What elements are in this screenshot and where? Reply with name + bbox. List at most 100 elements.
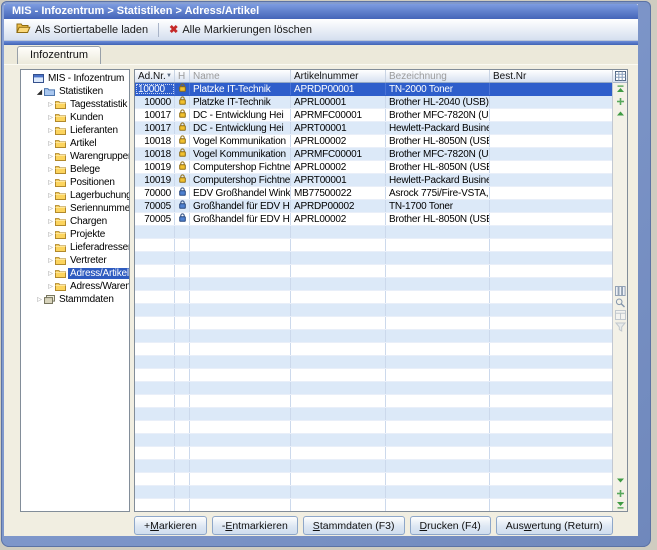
collapsed-expander-icon[interactable]: ▷ (46, 127, 55, 134)
toolbar-button-markierungen-loeschen[interactable]: ✖Alle Markierungen löschen (162, 21, 319, 39)
tree-item-positionen[interactable]: ▷Positionen (21, 176, 129, 189)
tab-infozentrum[interactable]: Infozentrum (17, 46, 101, 64)
collapsed-expander-icon[interactable]: ▷ (46, 231, 55, 238)
collapsed-expander-icon[interactable]: ▷ (46, 205, 55, 212)
empty-cell (190, 395, 291, 407)
collapsed-expander-icon[interactable]: ▷ (46, 114, 55, 121)
empty-cell (386, 291, 490, 303)
collapsed-expander-icon[interactable]: ▷ (46, 166, 55, 173)
empty-cell (291, 239, 386, 251)
tree-item-label: Vertreter (68, 255, 109, 266)
table-row[interactable]: 10018Vogel KommunikationAPRL00002Brother… (135, 135, 612, 148)
column-header-name[interactable]: Name (190, 70, 291, 82)
column-header-bezeichnung[interactable]: Bezeichnung (386, 70, 490, 82)
empty-cell (291, 473, 386, 485)
filter-icon[interactable] (614, 322, 627, 332)
collapsed-expander-icon[interactable]: ▷ (46, 244, 55, 251)
scroll-top-icon[interactable] (614, 84, 627, 94)
columns-icon[interactable] (614, 286, 627, 296)
table-row[interactable]: 10017DC - Entwicklung HeiAPRMFC00001Brot… (135, 109, 612, 122)
tree-item-adress-warengruppen[interactable]: ▷Adress/Warengruppen (21, 280, 129, 293)
search-icon[interactable] (614, 298, 627, 308)
tree-item-kunden[interactable]: ▷Kunden (21, 111, 129, 124)
tree-item-chargen[interactable]: ▷Chargen (21, 215, 129, 228)
tree-item-lieferadressen[interactable]: ▷Lieferadressen (21, 241, 129, 254)
auswertung-button[interactable]: Auswertung (Return) (496, 516, 613, 535)
scroll-bottom-icon[interactable] (614, 500, 627, 510)
empty-cell (135, 330, 175, 342)
goto-current-icon[interactable] (614, 96, 627, 106)
tree-item-belege[interactable]: ▷Belege (21, 163, 129, 176)
markieren-button[interactable]: + Markieren (134, 516, 207, 535)
empty-row (135, 434, 612, 447)
collapsed-expander-icon[interactable]: ▷ (46, 153, 55, 160)
tree-item-seriennummern[interactable]: ▷Seriennummern (21, 202, 129, 215)
tree-item-lagerbuchungen[interactable]: ▷Lagerbuchungen (21, 189, 129, 202)
tree-item-vertreter[interactable]: ▷ Vertreter (21, 254, 129, 267)
folder-icon (55, 165, 68, 174)
empty-cell (135, 369, 175, 381)
empty-cell (291, 408, 386, 420)
table-row[interactable]: 10000Platzke IT-TechnikAPRDP00001TN-2000… (135, 83, 612, 96)
collapsed-expander-icon[interactable]: ▷ (46, 257, 55, 264)
tree-item-artikel[interactable]: ▷Artikel (21, 137, 129, 150)
table-row[interactable]: 10019Computershop FichtneAPRT00001Hewlet… (135, 174, 612, 187)
table-row[interactable]: 10000Platzke IT-TechnikAPRL00001Brother … (135, 96, 612, 109)
folder-icon (55, 230, 68, 239)
column-header-best-nr[interactable]: Best.Nr (490, 70, 612, 82)
cell-name: Platzke IT-Technik (190, 96, 291, 108)
lock-icon-yellow (179, 122, 186, 134)
grid-header-row: Ad.Nr.▼HNameArtikelnummerBezeichnungBest… (135, 70, 612, 83)
select-columns-grid-icon[interactable] (613, 70, 628, 83)
entmarkieren-button[interactable]: - Entmarkieren (212, 516, 298, 535)
table-row[interactable]: 70005Großhandel für EDV HAPRL00002Brothe… (135, 213, 612, 226)
lock-cell (175, 200, 190, 212)
lock-cell (175, 174, 190, 186)
empty-cell (190, 356, 291, 368)
tree-item-adress-artikel[interactable]: ▷Adress/Artikel (21, 267, 129, 280)
stammdaten-button[interactable]: Stammdaten (F3) (303, 516, 405, 535)
tree-item-statistiken[interactable]: ◢Statistiken (21, 85, 129, 98)
table-row[interactable]: 10019Computershop FichtneAPRL00002Brothe… (135, 161, 612, 174)
empty-cell (175, 434, 190, 446)
button-label-part: Aus (506, 520, 524, 532)
collapsed-expander-icon[interactable]: ▷ (46, 140, 55, 147)
tree-item-projekte[interactable]: ▷Projekte (21, 228, 129, 241)
collapsed-expander-icon[interactable]: ▷ (46, 218, 55, 225)
navigation-tree: MIS - Infozentrum◢Statistiken▷Tagesstati… (20, 69, 130, 512)
cell-adnr: 10019 (135, 174, 175, 186)
tree-item-lieferanten[interactable]: ▷Lieferanten (21, 124, 129, 137)
toolbar-button-sortiertabelle[interactable]: Als Sortiertabelle laden (9, 21, 155, 39)
table-row[interactable]: 70005Großhandel für EDV HAPRDP00002TN-17… (135, 200, 612, 213)
goto-current-icon[interactable] (614, 488, 627, 498)
folder-icon (55, 204, 68, 213)
table-row[interactable]: 10018Vogel KommunikationAPRMFC00001Broth… (135, 148, 612, 161)
empty-cell (190, 499, 291, 511)
collapsed-expander-icon[interactable]: ▷ (46, 270, 55, 277)
collapsed-expander-icon[interactable]: ▷ (46, 283, 55, 290)
empty-cell (135, 486, 175, 498)
collapsed-expander-icon[interactable]: ▷ (46, 179, 55, 186)
column-header-h[interactable]: H (175, 70, 190, 82)
cell-artikelnummer: APRDP00001 (291, 83, 386, 95)
drucken-button[interactable]: Drucken (F4) (410, 516, 491, 535)
table-row[interactable]: 10017DC - Entwicklung HeiAPRT00001Hewlet… (135, 122, 612, 135)
expanded-expander-icon[interactable]: ◢ (35, 88, 44, 96)
collapsed-expander-icon[interactable]: ▷ (46, 192, 55, 199)
empty-cell (135, 265, 175, 277)
column-header-ad-nr-[interactable]: Ad.Nr.▼ (135, 70, 175, 82)
lock-icon-blue (179, 213, 186, 225)
tree-item-mis-infozentrum[interactable]: MIS - Infozentrum (21, 72, 129, 85)
empty-cell (135, 382, 175, 394)
tree-item-warengruppen[interactable]: ▷Warengruppen (21, 150, 129, 163)
scroll-down-icon[interactable] (614, 476, 627, 486)
tree-item-tagesstatistik[interactable]: ▷Tagesstatistik (21, 98, 129, 111)
scroll-up-icon[interactable] (614, 108, 627, 118)
collapsed-expander-icon[interactable]: ▷ (46, 101, 55, 108)
collapsed-expander-icon[interactable]: ▷ (35, 296, 44, 303)
tree-item-stammdaten[interactable]: ▷Stammdaten (21, 293, 129, 306)
column-header-artikelnummer[interactable]: Artikelnummer (291, 70, 386, 82)
layout-icon[interactable] (614, 310, 627, 320)
empty-cell (490, 304, 612, 316)
table-row[interactable]: 70000EDV Großhandel WinklMB77500022Asroc… (135, 187, 612, 200)
